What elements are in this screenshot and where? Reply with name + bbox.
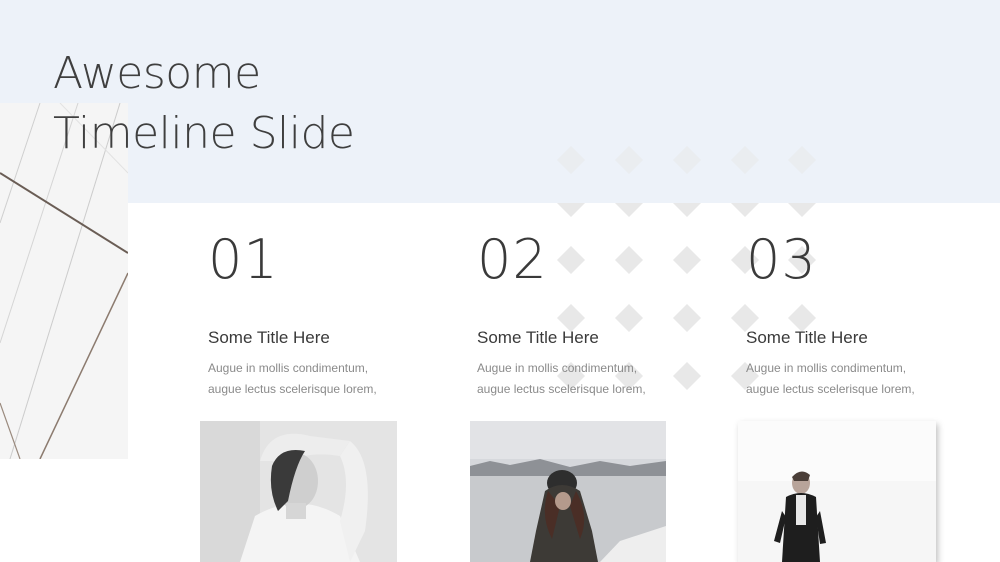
step-description-line: Augue in mollis condimentum, xyxy=(477,361,638,375)
timeline-column-1: 01 Some Title Here Augue in mollis condi… xyxy=(208,228,448,400)
step-description-line: augue lectus scelerisque lorem, xyxy=(477,382,646,396)
step-description-line: Augue in mollis condimentum, xyxy=(746,361,907,375)
step-number: 01 xyxy=(208,228,279,291)
timeline-column-3: 03 Some Title Here Augue in mollis condi… xyxy=(746,228,986,400)
step-description: Augue in mollis condimentum, augue lectu… xyxy=(746,358,976,400)
step-title: Some Title Here xyxy=(746,328,868,347)
step-description: Augue in mollis condimentum, augue lectu… xyxy=(208,358,438,400)
step-description: Augue in mollis condimentum, augue lectu… xyxy=(477,358,707,400)
slide-title: Awesome Timeline Slide xyxy=(53,44,355,164)
man-winter-coat-photo xyxy=(738,421,936,562)
timeline-column-2: 02 Some Title Here Augue in mollis condi… xyxy=(477,228,717,400)
step-description-line: augue lectus scelerisque lorem, xyxy=(746,382,915,396)
step-number: 02 xyxy=(477,228,548,291)
woman-turtleneck-photo xyxy=(200,421,397,562)
step-description-line: Augue in mollis condimentum, xyxy=(208,361,369,375)
slide-title-line1: Awesome xyxy=(53,48,261,99)
step-title: Some Title Here xyxy=(208,328,330,347)
step-title: Some Title Here xyxy=(477,328,599,347)
step-number: 03 xyxy=(746,228,817,291)
woman-winter-beanie-photo xyxy=(470,421,667,562)
slide-title-line2: Timeline Slide xyxy=(53,108,355,159)
step-description-line: augue lectus scelerisque lorem, xyxy=(208,382,377,396)
